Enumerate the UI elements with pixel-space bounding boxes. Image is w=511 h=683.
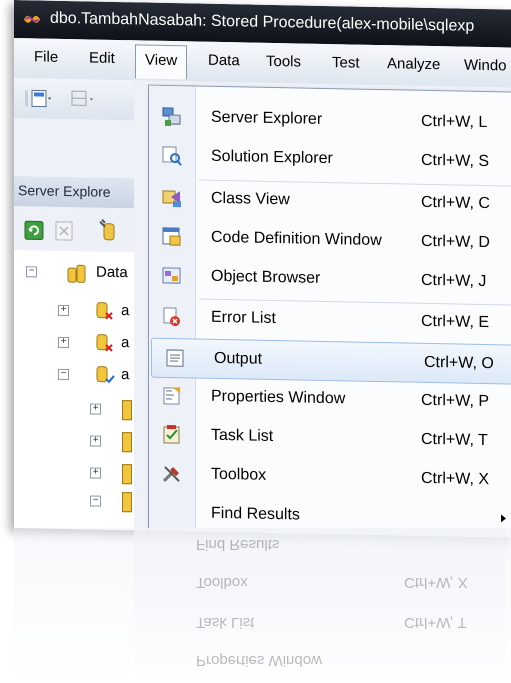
menu-edit[interactable]: Edit [89, 49, 115, 66]
menu-analyze[interactable]: Analyze [387, 55, 440, 73]
new-project-icon[interactable] [24, 88, 54, 109]
menu-item-shortcut: Ctrl+W, E [421, 312, 490, 332]
tree-node-folder[interactable]: + [90, 461, 132, 486]
menu-item-shortcut: Ctrl+W, X [421, 469, 490, 489]
data-connections-icon [67, 264, 86, 283]
database-error-icon [96, 302, 113, 320]
server-explorer-toolbar [14, 208, 134, 251]
expand-icon[interactable]: + [90, 435, 101, 447]
menu-window[interactable]: Windo [464, 57, 507, 75]
reflection-shortcut: Ctrl+W, X [404, 574, 468, 591]
menu-data[interactable]: Data [208, 52, 240, 70]
menu-item-label: Code Definition Window [211, 228, 382, 250]
menu-item-shortcut: Ctrl+W, T [421, 430, 488, 450]
tree-node-folder[interactable]: + [90, 429, 132, 454]
tree-node-folder[interactable]: − [90, 489, 132, 514]
menu-item-task-list[interactable]: Task List Ctrl+W, T [149, 416, 511, 461]
view-menu-dropdown: Server Explorer Ctrl+W, L Solution Explo… [148, 84, 511, 538]
window-reflection: Find Results Toolbox Ctrl+W, X Task List… [14, 528, 511, 683]
database-error-icon [96, 334, 113, 352]
menu-item-label: Output [214, 349, 263, 368]
menu-item-label: Error List [211, 308, 276, 328]
properties-icon [163, 387, 180, 405]
tree-root-label: Data [96, 263, 128, 282]
reflection-shortcut: Ctrl+W, T [404, 614, 467, 631]
menu-item-shortcut: Ctrl+W, D [421, 232, 490, 252]
menu-item-label: Server Explorer [211, 108, 323, 128]
menu-item-label: Find Results [211, 504, 300, 524]
stop-refresh-icon[interactable] [54, 221, 74, 241]
menu-item-code-definition-window[interactable]: Code Definition Window Ctrl+W, D [149, 218, 511, 263]
tree-node-folder[interactable]: + [90, 397, 132, 422]
server-explorer-header: Server Explore [14, 176, 134, 209]
reflection-label: Properties Window [196, 652, 322, 669]
collapse-icon[interactable]: − [26, 265, 37, 278]
connect-to-database-icon[interactable] [96, 218, 126, 245]
folder-icon [122, 492, 132, 513]
folder-icon [122, 400, 132, 421]
server-explorer-tree: − Data + a + a − a + + + − [14, 250, 134, 531]
menu-item-object-browser[interactable]: Object Browser Ctrl+W, J [149, 257, 511, 302]
server-explorer-title: Server Explore [18, 182, 111, 200]
menu-item-label: Toolbox [211, 465, 267, 484]
folder-icon [122, 432, 132, 453]
menu-item-label: Class View [211, 189, 290, 209]
menu-item-server-explorer[interactable]: Server Explorer Ctrl+W, L [149, 98, 511, 143]
submenu-arrow-icon [501, 514, 506, 523]
solution-explorer-icon [162, 146, 182, 166]
ide-window: dbo.TambahNasabah: Stored Procedure(alex… [14, 0, 511, 538]
object-browser-icon [162, 267, 181, 284]
menu-item-solution-explorer[interactable]: Solution Explorer Ctrl+W, S [149, 137, 511, 182]
tree-child-label: a [121, 302, 130, 320]
reflection-label: Task List [196, 614, 255, 631]
window-title: dbo.TambahNasabah: Stored Procedure(alex… [50, 9, 475, 35]
database-connected-icon [96, 366, 115, 384]
menu-item-shortcut: Ctrl+W, C [421, 193, 490, 213]
server-explorer-icon [162, 107, 181, 127]
refresh-icon[interactable] [24, 220, 44, 241]
folder-icon [122, 464, 132, 485]
menu-item-properties-window[interactable]: Properties Window Ctrl+W, P [149, 377, 511, 422]
add-item-icon[interactable] [70, 89, 100, 110]
menu-view[interactable]: View [135, 44, 188, 80]
menu-file[interactable]: File [34, 48, 58, 65]
collapse-icon[interactable]: − [58, 368, 69, 381]
toolbox-icon [162, 466, 180, 482]
expand-icon[interactable]: + [90, 403, 101, 415]
visual-studio-icon [24, 15, 40, 23]
expand-icon[interactable]: + [58, 336, 69, 349]
menu-item-shortcut: Ctrl+W, S [421, 151, 490, 171]
expand-icon[interactable]: + [58, 304, 69, 317]
menu-item-error-list[interactable]: Error List Ctrl+W, E [149, 298, 511, 343]
collapse-icon[interactable]: − [90, 495, 101, 507]
menu-item-toolbox[interactable]: Toolbox Ctrl+W, X [149, 455, 511, 500]
menu-item-label: Properties Window [211, 387, 346, 408]
menu-tools[interactable]: Tools [266, 53, 301, 71]
reflection-label: Toolbox [196, 574, 248, 591]
menu-item-class-view[interactable]: Class View Ctrl+W, C [149, 179, 511, 224]
class-view-icon [162, 190, 181, 208]
tree-child-label: a [121, 334, 130, 352]
tree-child-label: a [121, 366, 130, 384]
menu-item-shortcut: Ctrl+W, J [421, 271, 487, 291]
menu-item-label: Solution Explorer [211, 147, 333, 168]
menu-item-label: Task List [211, 426, 274, 445]
menu-item-shortcut: Ctrl+W, L [421, 112, 488, 132]
reflection-label: Find Results [196, 536, 280, 553]
task-list-icon [163, 424, 180, 444]
error-list-icon [163, 307, 180, 327]
menu-item-label: Object Browser [211, 267, 321, 287]
expand-icon[interactable]: + [90, 467, 101, 479]
standard-toolbar [14, 78, 134, 121]
menu-item-shortcut: Ctrl+W, P [421, 391, 490, 411]
code-definition-icon [162, 227, 181, 246]
output-icon [166, 349, 184, 367]
menu-item-shortcut: Ctrl+W, O [424, 353, 494, 373]
menu-test[interactable]: Test [332, 54, 360, 72]
screenshot-stage: dbo.TambahNasabah: Stored Procedure(alex… [0, 0, 511, 683]
